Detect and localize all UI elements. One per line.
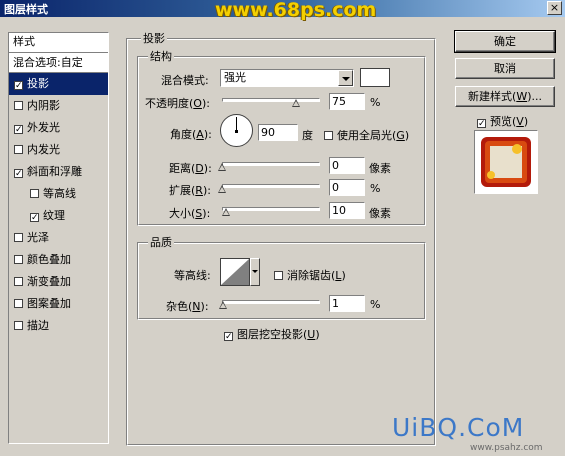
close-button[interactable]: × (547, 1, 562, 15)
style-item-label: 颜色叠加 (27, 253, 71, 266)
distance-input[interactable]: 0 (329, 157, 365, 174)
style-preview-thumbnail (474, 130, 538, 194)
drop-shadow-title: 投影 (141, 30, 167, 46)
style-item-checkbox[interactable]: ✓ (30, 213, 39, 223)
style-item[interactable]: 描边 (9, 315, 108, 337)
style-item[interactable]: 颜色叠加 (9, 249, 108, 271)
size-unit: 像素 (369, 207, 391, 220)
style-item-label: 图案叠加 (27, 297, 71, 310)
spread-label: 扩展(R): (169, 184, 211, 197)
angle-unit: 度 (302, 129, 313, 142)
style-item[interactable]: ✓ 纹理 (9, 205, 108, 227)
noise-slider[interactable] (219, 295, 320, 315)
opacity-slider[interactable] (222, 93, 320, 113)
structure-title: 结构 (148, 48, 174, 64)
style-item[interactable]: 等高线 (9, 183, 108, 205)
ok-button[interactable]: 确定 (454, 30, 556, 53)
spread-input[interactable]: 0 (329, 179, 365, 196)
noise-unit: % (370, 298, 381, 311)
angle-label: 角度(A): (170, 128, 212, 141)
blend-mode-select[interactable]: 强光 (220, 69, 354, 87)
style-item[interactable]: 光泽 (9, 227, 108, 249)
styles-list: 样式 混合选项:自定 ✓ 投影内阴影 ✓ 外发光内发光 ✓ 斜面和浮雕等高线 ✓ 纹理光泽颜色… (8, 32, 109, 444)
style-item-checkbox[interactable] (14, 145, 23, 154)
blend-mode-label: 混合模式: (161, 74, 209, 87)
angle-dial[interactable] (220, 114, 253, 147)
opacity-slider-thumb[interactable] (292, 99, 301, 108)
new-style-button[interactable]: 新建样式(W)... (455, 86, 555, 107)
quality-title: 品质 (148, 234, 174, 250)
size-slider-thumb[interactable] (222, 208, 231, 217)
contour-curve-icon (221, 259, 249, 285)
size-slider[interactable] (222, 202, 320, 222)
spread-unit: % (370, 182, 381, 195)
style-item-label: 内阴影 (27, 99, 60, 112)
antialias-checkbox[interactable]: 消除锯齿(L) (274, 267, 346, 283)
contour-picker[interactable] (220, 258, 260, 286)
blend-options-item[interactable]: 混合选项:自定 (9, 53, 108, 73)
style-item[interactable]: ✓ 投影 (9, 73, 108, 95)
styles-header[interactable]: 样式 (9, 33, 108, 53)
noise-input[interactable]: 1 (329, 295, 365, 312)
contour-preview[interactable] (220, 258, 250, 286)
preview-image (481, 137, 531, 187)
spread-slider-thumb[interactable] (218, 185, 227, 194)
style-item-checkbox[interactable] (30, 189, 39, 198)
preview-checkbox[interactable]: ✓ 预览(V) (477, 113, 528, 129)
antialias-check[interactable] (274, 271, 283, 280)
opacity-unit: % (370, 96, 381, 109)
style-item-label: 描边 (27, 319, 49, 332)
window-title: 图层样式 (4, 3, 48, 16)
style-item-checkbox[interactable]: ✓ (14, 125, 23, 135)
style-item[interactable]: 渐变叠加 (9, 271, 108, 293)
style-item-checkbox[interactable]: ✓ (14, 81, 23, 91)
style-item-label: 渐变叠加 (27, 275, 71, 288)
knockout-checkbox[interactable]: ✓ 图层挖空投影(U) (224, 326, 320, 342)
distance-unit: 像素 (369, 162, 391, 175)
style-item-checkbox[interactable] (14, 299, 23, 308)
distance-slider-thumb[interactable] (218, 163, 227, 172)
contour-label: 等高线: (174, 269, 211, 282)
style-item-checkbox[interactable] (14, 233, 23, 242)
opacity-input[interactable]: 75 (329, 93, 365, 110)
chevron-down-icon[interactable] (338, 70, 353, 86)
knockout-check[interactable]: ✓ (224, 332, 233, 342)
chevron-down-icon[interactable] (250, 258, 260, 286)
global-light-check[interactable] (324, 131, 333, 140)
noise-label: 杂色(N): (166, 300, 209, 313)
shadow-color-swatch[interactable] (360, 68, 390, 87)
preview-check[interactable]: ✓ (477, 119, 486, 129)
style-item[interactable]: ✓ 斜面和浮雕 (9, 161, 108, 183)
style-item-label: 斜面和浮雕 (27, 165, 82, 178)
style-item-checkbox[interactable] (14, 277, 23, 286)
style-item-label: 光泽 (27, 231, 49, 244)
angle-input[interactable]: 90 (258, 124, 298, 141)
size-input[interactable]: 10 (329, 202, 365, 219)
opacity-label: 不透明度(O): (145, 97, 210, 110)
style-item-label: 内发光 (27, 143, 60, 156)
style-item-checkbox[interactable] (14, 255, 23, 264)
watermark-top: www.68ps.com (215, 0, 377, 21)
style-item[interactable]: ✓ 外发光 (9, 117, 108, 139)
distance-slider[interactable] (218, 157, 320, 177)
style-item[interactable]: 图案叠加 (9, 293, 108, 315)
global-light-checkbox[interactable]: 使用全局光(G) (324, 127, 409, 143)
style-item[interactable]: 内阴影 (9, 95, 108, 117)
style-item-checkbox[interactable] (14, 101, 23, 110)
style-item[interactable]: 内发光 (9, 139, 108, 161)
distance-label: 距离(D): (169, 162, 212, 175)
blend-mode-value: 强光 (224, 71, 246, 84)
style-item-label: 投影 (27, 77, 49, 90)
watermark-bottom: UiBQ.CoM (392, 413, 525, 442)
style-item-checkbox[interactable]: ✓ (14, 169, 23, 179)
noise-slider-thumb[interactable] (219, 301, 228, 310)
cancel-button[interactable]: 取消 (455, 58, 555, 79)
size-label: 大小(S): (169, 207, 211, 220)
style-item-label: 外发光 (27, 121, 60, 134)
watermark-small: www.psahz.com (470, 443, 543, 453)
style-item-label: 纹理 (43, 209, 65, 222)
style-item-checkbox[interactable] (14, 321, 23, 330)
spread-slider[interactable] (218, 179, 320, 199)
style-item-label: 等高线 (43, 187, 76, 200)
